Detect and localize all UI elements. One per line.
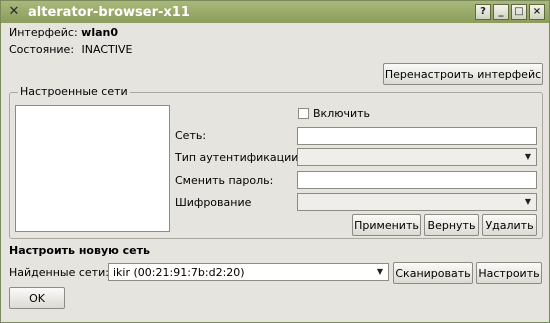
ok-button[interactable]: OK <box>9 287 65 309</box>
window-title: alterator-browser-x11 <box>28 4 190 20</box>
found-networks-value: ikir (00:21:91:7b:d2:20) <box>113 265 245 279</box>
title-bar[interactable]: ✕ alterator-browser-x11 ? _ □ × <box>1 1 549 23</box>
network-input[interactable] <box>297 127 537 145</box>
revert-button[interactable]: Вернуть <box>424 214 479 236</box>
encryption-select[interactable]: ▼ <box>297 193 537 211</box>
configure-button[interactable]: Настроить <box>476 262 542 284</box>
reconfigure-interface-button[interactable]: Перенастроить интерфейс <box>383 63 543 85</box>
password-input[interactable] <box>297 171 537 189</box>
auth-type-label: Тип аутентификации: <box>175 151 303 164</box>
close-button[interactable]: × <box>529 4 545 20</box>
scan-button[interactable]: Сканировать <box>393 262 473 284</box>
auth-type-select[interactable]: ▼ <box>297 148 537 166</box>
chevron-down-icon: ▼ <box>376 267 384 276</box>
enable-checkbox[interactable] <box>298 108 309 119</box>
state-label: Состояние: <box>9 43 75 56</box>
delete-button[interactable]: Удалить <box>482 214 537 236</box>
maximize-button[interactable]: □ <box>511 4 527 20</box>
interface-value: wlan0 <box>81 26 118 39</box>
help-button[interactable]: ? <box>475 4 491 20</box>
interface-row: Интерфейс: wlan0 <box>9 26 118 39</box>
change-password-label: Сменить пароль: <box>175 174 274 187</box>
encryption-label: Шифрование <box>175 196 252 209</box>
app-x-icon: ✕ <box>8 4 20 19</box>
network-label: Сеть: <box>175 129 207 142</box>
found-networks-label: Найденные сети: <box>9 266 109 279</box>
chevron-down-icon: ▼ <box>524 152 532 161</box>
minimize-button[interactable]: _ <box>493 4 509 20</box>
chevron-down-icon: ▼ <box>524 197 532 206</box>
configured-networks-list[interactable] <box>15 105 170 232</box>
interface-label: Интерфейс: <box>9 26 78 39</box>
enable-label: Включить <box>313 107 371 120</box>
new-network-heading: Настроить новую сеть <box>9 244 150 257</box>
state-row: Состояние: INACTIVE <box>9 43 132 56</box>
window-controls: ? _ □ × <box>475 4 545 20</box>
state-value: INACTIVE <box>81 43 133 56</box>
configured-networks-title: Настроенные сети <box>18 85 130 98</box>
found-networks-select[interactable]: ikir (00:21:91:7b:d2:20) ▼ <box>108 263 389 281</box>
apply-button[interactable]: Применить <box>352 214 421 236</box>
app-window: ✕ alterator-browser-x11 ? _ □ × Интерфей… <box>0 0 550 323</box>
